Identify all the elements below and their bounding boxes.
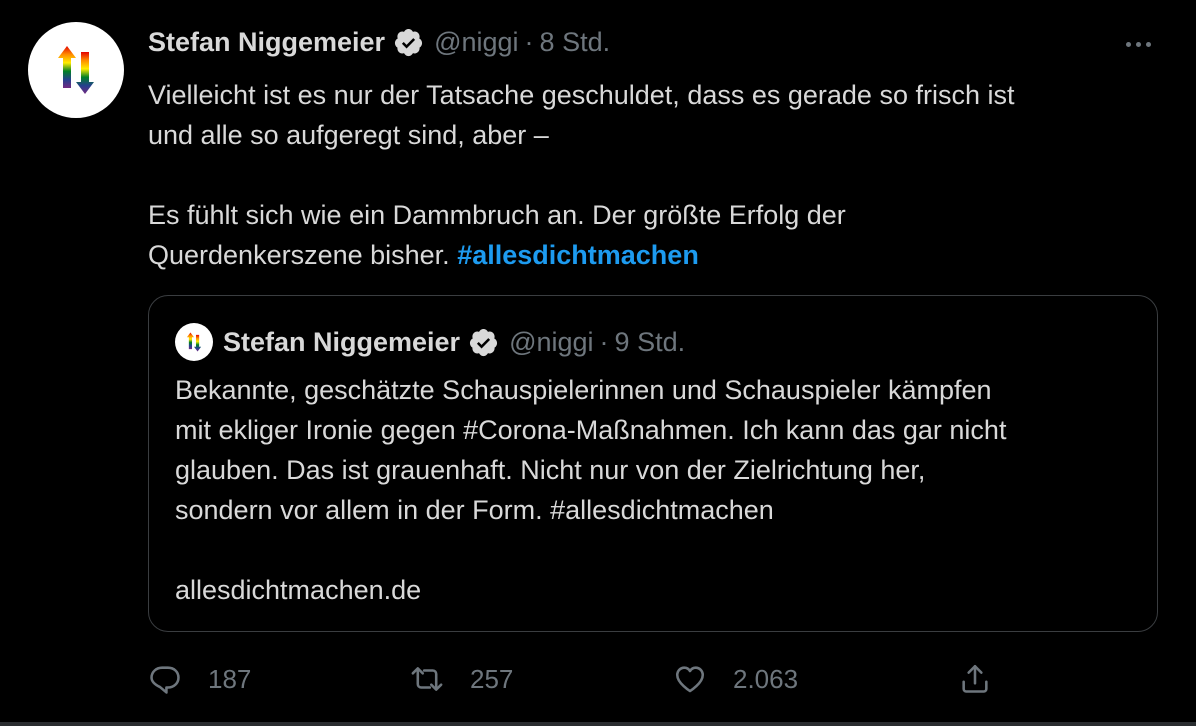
reply-button[interactable]: 187 xyxy=(148,656,251,702)
like-count: 2.063 xyxy=(733,663,799,694)
reply-count: 187 xyxy=(208,663,252,694)
tweet-text-line: Es fühlt sich wie ein Dammbruch an. Der … xyxy=(148,200,846,230)
tweet-actions: 187 257 2.063 xyxy=(148,656,1008,702)
retweet-icon xyxy=(411,667,443,691)
tweet-text-line: und alle so aufgeregt sind, aber – xyxy=(148,120,549,150)
quoted-text-line: sondern vor allem in der Form. #allesdic… xyxy=(175,495,774,525)
tweet-text-line: Querdenkerszene bisher. xyxy=(148,240,450,270)
more-options-icon[interactable] xyxy=(1118,30,1158,58)
heart-icon xyxy=(675,666,705,693)
tweet-content: Stefan Niggemeier @niggi · 8 Std. Vielle… xyxy=(148,22,1158,275)
quoted-text-line: glauben. Das ist grauenhaft. Nicht nur v… xyxy=(175,455,926,485)
tweet-text-line: Vielleicht ist es nur der Tatsache gesch… xyxy=(148,80,1015,110)
divider xyxy=(0,722,1196,726)
share-button[interactable] xyxy=(958,656,992,702)
author-name[interactable]: Stefan Niggemeier xyxy=(148,27,385,58)
rainbow-logo-icon xyxy=(186,332,202,352)
hashtag-link[interactable]: #allesdichtmachen xyxy=(457,240,699,270)
author-handle[interactable]: @niggi xyxy=(434,27,518,58)
separator-dot: · xyxy=(599,326,609,357)
retweet-count: 257 xyxy=(470,663,514,694)
quoted-link-text: allesdichtmachen.de xyxy=(175,575,422,605)
rainbow-logo-icon xyxy=(58,46,94,94)
like-button[interactable]: 2.063 xyxy=(673,656,798,702)
quoted-tweet[interactable]: Stefan Niggemeier @niggi · 9 Std. Bekann… xyxy=(148,295,1158,632)
tweet[interactable]: Stefan Niggemeier @niggi · 8 Std. Vielle… xyxy=(0,0,1196,726)
reply-icon xyxy=(150,666,180,694)
retweet-button[interactable]: 257 xyxy=(410,656,513,702)
tweet-timestamp[interactable]: 8 Std. xyxy=(540,27,611,58)
quoted-author-avatar xyxy=(175,323,213,361)
quoted-text-line: Bekannte, geschätzte Schauspielerinnen u… xyxy=(175,375,992,405)
quoted-tweet-timestamp: 9 Std. xyxy=(614,326,686,357)
quoted-author-handle: @niggi xyxy=(509,326,594,357)
tweet-header: Stefan Niggemeier @niggi · 8 Std. xyxy=(148,22,1158,62)
quoted-author-name: Stefan Niggemeier xyxy=(223,326,461,357)
verified-badge-icon xyxy=(393,27,424,58)
separator-dot: · xyxy=(524,26,534,57)
quoted-tweet-text: Bekannte, geschätzte Schauspielerinnen u… xyxy=(175,370,1135,610)
author-avatar[interactable] xyxy=(28,22,124,118)
verified-badge-icon xyxy=(468,327,499,358)
tweet-text: Vielleicht ist es nur der Tatsache gesch… xyxy=(148,75,1158,275)
quoted-text-line: mit ekliger Ironie gegen #Corona-Maßnahm… xyxy=(175,415,1007,445)
share-icon xyxy=(962,664,988,693)
quoted-tweet-header: Stefan Niggemeier @niggi · 9 Std. xyxy=(175,322,685,362)
